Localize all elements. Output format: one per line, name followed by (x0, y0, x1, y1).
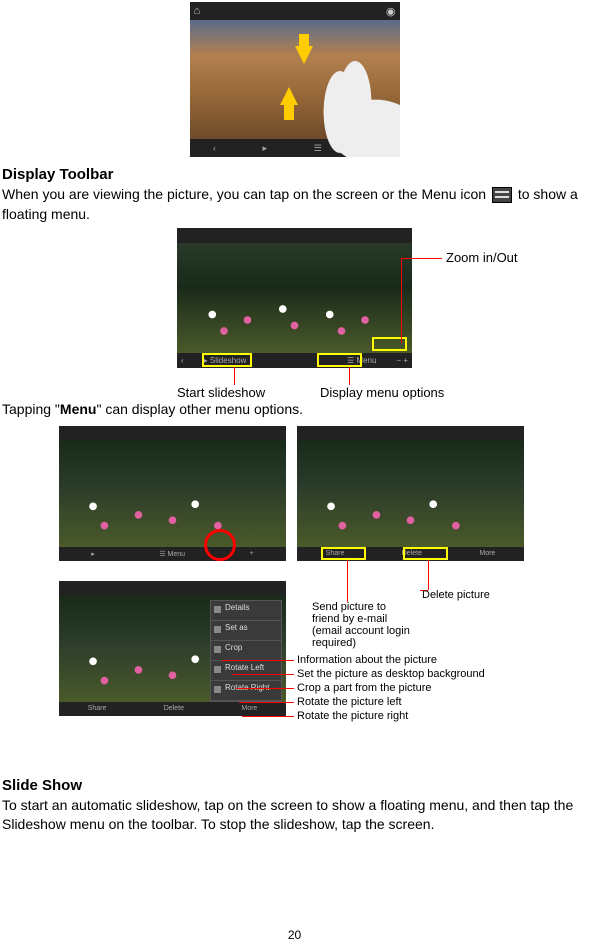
crop-callout: Crop a part from the picture (297, 681, 485, 695)
crop-callout-label: Crop a part from the picture (297, 682, 432, 694)
arrow-up-icon (280, 87, 298, 105)
camera-icon: ◉ (386, 5, 396, 18)
menu-item-rotate-right: Rotate Right (211, 681, 281, 701)
delete-button: Delete (164, 705, 184, 712)
info-callout: Information about the picture (297, 653, 485, 667)
menu-item-crop: Crop (211, 641, 281, 661)
menu-icon: ☰ Menu (159, 550, 185, 558)
callout-line (347, 560, 348, 602)
menu-options-figure: ▸ ☰ Menu + Share Delete More Share Delet… (2, 426, 587, 771)
status-bar: ⌂ ◉ (190, 2, 400, 20)
rotate-right-callout-label: Rotate the picture right (297, 710, 408, 722)
toolbar-callout-figure: ‹ ▸ Slideshow ☰ Menu − + Zoom in/Out Sta… (2, 228, 587, 398)
menu-callout-label: Display menu options (320, 385, 444, 400)
callout-line (234, 367, 235, 385)
bottom-bar: Share Delete More (59, 702, 286, 716)
menu-screenshot-3: Share Delete More Details Set as Crop Ro… (59, 581, 286, 716)
bottom-bar: ▸ ☰ Menu + (59, 547, 286, 561)
highlight-delete (403, 547, 448, 560)
page-number: 20 (0, 928, 589, 942)
back-icon: ‹ (213, 143, 216, 153)
callout-line (349, 367, 350, 385)
info-callout-label: Information about the picture (297, 654, 437, 666)
rotate-right-callout: Rotate the picture right (297, 709, 485, 723)
status-bar (177, 228, 412, 243)
delete-callout-label: Delete picture (422, 589, 490, 601)
pinch-zoom-figure-wrap: ⌂ ◉ ‹ ▸ ☰ ⊕ (2, 2, 587, 160)
more-button: More (241, 705, 257, 712)
document-page: ⌂ ◉ ‹ ▸ ☰ ⊕ Display Toolbar When you are… (0, 0, 589, 948)
tapping-menu-paragraph: Tapping "Menu" can display other menu op… (2, 400, 587, 420)
rotate-left-callout-label: Rotate the picture left (297, 696, 402, 708)
display-toolbar-paragraph: When you are viewing the picture, you ca… (2, 185, 587, 224)
hand-gesture-illustration (300, 57, 400, 157)
tap-text-c: " can display other menu options. (96, 401, 303, 417)
callout-line (242, 716, 294, 717)
zoom-controls: − + (396, 356, 408, 365)
status-bar (59, 581, 286, 595)
more-menu-callouts: Information about the picture Set the pi… (297, 653, 485, 723)
pinch-zoom-screenshot: ⌂ ◉ ‹ ▸ ☰ ⊕ (190, 2, 400, 157)
menu-item-setas: Set as (211, 621, 281, 641)
slideshow-callout-label: Start slideshow (177, 385, 265, 400)
arrow-down-icon (295, 46, 313, 64)
menu-icon-inline (492, 187, 512, 203)
callout-line (232, 674, 294, 675)
wallpaper-callout-label: Set the picture as desktop background (297, 668, 485, 680)
menu-screenshot-1: ▸ ☰ Menu + (59, 426, 286, 561)
highlight-share (321, 547, 366, 560)
wallpaper-callout: Set the picture as desktop background (297, 667, 485, 681)
menu-screenshot-2: Share Delete More (297, 426, 524, 561)
tap-text-bold: Menu (60, 401, 97, 417)
highlight-menu (317, 353, 362, 367)
more-menu-popup: Details Set as Crop Rotate Left Rotate R… (210, 600, 282, 702)
rotate-left-callout: Rotate the picture left (297, 695, 485, 709)
callout-line (401, 258, 402, 343)
zoom-callout-label: Zoom in/Out (446, 250, 518, 265)
share-button: Share (88, 705, 107, 712)
callout-line (428, 560, 429, 590)
status-bar (297, 426, 524, 440)
slide-show-paragraph: To start an automatic slideshow, tap on … (2, 796, 587, 835)
callout-line (236, 688, 294, 689)
share-callout-label: Send picture to friend by e-mail (email … (312, 601, 412, 649)
home-icon: ⌂ (194, 5, 201, 17)
slideshow-icon: ▸ (263, 143, 268, 154)
menu-item-rotate-left: Rotate Left (211, 661, 281, 681)
slideshow-icon: ▸ (91, 550, 95, 558)
highlight-slideshow (202, 353, 252, 367)
back-icon: ‹ (181, 356, 184, 365)
para-text-a: When you are viewing the picture, you ca… (2, 186, 490, 202)
status-bar (59, 426, 286, 440)
callout-line (402, 258, 442, 259)
callout-line (239, 702, 294, 703)
display-toolbar-heading: Display Toolbar (2, 166, 587, 183)
toolbar-screenshot: ‹ ▸ Slideshow ☰ Menu − + (177, 228, 412, 368)
menu-item-details: Details (211, 601, 281, 621)
callout-line (222, 660, 294, 661)
zoom-icon: + (250, 550, 254, 557)
slide-show-heading: Slide Show (2, 777, 587, 794)
more-button: More (479, 550, 495, 557)
photo-preview (59, 440, 286, 547)
menu-button-highlight-circle (204, 529, 236, 561)
tap-text-a: Tapping " (2, 401, 60, 417)
photo-preview (297, 440, 524, 547)
